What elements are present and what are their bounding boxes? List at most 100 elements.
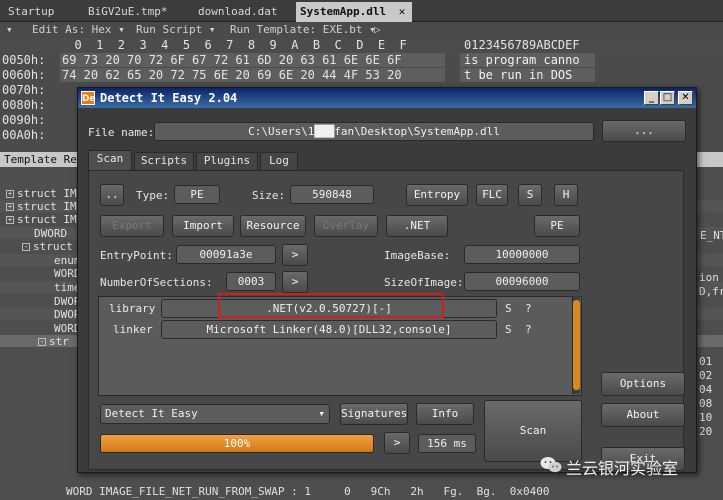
- right-value: E_NT: [700, 229, 723, 242]
- progress-arrow-button[interactable]: >: [384, 432, 410, 454]
- entrypoint-label: EntryPoint:: [100, 249, 173, 262]
- about-button[interactable]: About: [601, 403, 685, 427]
- close-icon[interactable]: ✕: [399, 5, 406, 18]
- row-address: 0070h:: [2, 83, 46, 97]
- result-s[interactable]: S: [505, 323, 512, 336]
- entrypoint-field: 00091a3e: [176, 245, 276, 264]
- close-button[interactable]: ✕: [678, 91, 693, 105]
- progress-text: 100%: [223, 437, 251, 450]
- row-address: 0080h:: [2, 98, 46, 112]
- collapse-icon[interactable]: -: [38, 338, 46, 346]
- tab-bigv2ue[interactable]: BiGV2uE.tmp*: [88, 2, 167, 22]
- row-hex[interactable]: 69 73 20 70 72 6F 67 72 61 6D 20 63 61 6…: [62, 53, 402, 67]
- tab-scan[interactable]: Scan: [88, 150, 132, 170]
- result-s[interactable]: S: [505, 302, 512, 315]
- wechat-icon: [540, 457, 562, 473]
- row-ascii[interactable]: is program canno: [464, 53, 580, 67]
- options-button[interactable]: Options: [601, 372, 685, 396]
- export-button[interactable]: Export: [100, 215, 164, 237]
- size-label: Size:: [252, 189, 286, 202]
- template-results-title: Template Res: [4, 153, 84, 166]
- resource-button[interactable]: Resource: [240, 215, 306, 237]
- right-value: D,fr: [699, 285, 723, 298]
- info-button[interactable]: Info: [416, 403, 474, 425]
- numsections-field: 0003: [226, 272, 276, 291]
- tab-plugins[interactable]: Plugins: [196, 152, 258, 170]
- die-titlebar[interactable]: De Detect It Easy 2.04 _ □ ✕: [78, 88, 696, 108]
- right-value: 01: [699, 355, 713, 368]
- overlay-button[interactable]: Overlay: [314, 215, 378, 237]
- engine-select[interactable]: Detect It Easy ▾: [100, 404, 330, 424]
- sizeofimage-field: 00096000: [464, 272, 580, 291]
- tree-row-label: struct IM: [17, 213, 77, 226]
- right-value: 20: [699, 425, 713, 438]
- result-kind: library: [109, 302, 156, 315]
- highlight-box: [218, 293, 444, 318]
- numsections-label: NumberOfSections:: [100, 276, 213, 289]
- results-scrollbar[interactable]: [572, 296, 580, 394]
- entropy-button[interactable]: Entropy: [406, 184, 468, 206]
- editor-toolbar: ▾ Edit As: Hex ▾ Run Script ▾ Run Templa…: [0, 22, 723, 38]
- tree-row-label: WORD IMAGE_FILE_NET_RUN_FROM_SWAP : 1 0 …: [66, 485, 550, 498]
- h-button[interactable]: H: [554, 184, 578, 206]
- watermark: 兰云银河实验室: [540, 452, 723, 480]
- row-ascii[interactable]: t be run in DOS: [464, 68, 580, 82]
- result-help[interactable]: ?: [525, 302, 532, 315]
- tab-log[interactable]: Log: [260, 152, 298, 170]
- tab-scripts[interactable]: Scripts: [134, 152, 194, 170]
- result-value[interactable]: Microsoft Linker(48.0)[DLL32,console]: [161, 320, 497, 339]
- right-value: 10: [699, 411, 713, 424]
- tree-row-label: struct: [33, 240, 73, 253]
- right-value: 02: [699, 369, 713, 382]
- entrypoint-arrow-button[interactable]: >: [282, 244, 308, 266]
- tab-download-dat[interactable]: download.dat: [198, 2, 277, 22]
- expand-icon[interactable]: +: [6, 203, 14, 211]
- imagebase-label: ImageBase:: [384, 249, 451, 262]
- dots-button[interactable]: ..: [100, 184, 124, 206]
- file-name-field[interactable]: C:\Users\1███fan\Desktop\SystemApp.dll: [154, 122, 594, 141]
- collapse-icon[interactable]: -: [22, 243, 30, 251]
- chevron-down-icon: ▾: [318, 407, 325, 420]
- type-field: PE: [174, 185, 220, 204]
- sizeofimage-label: SizeOfImage:: [384, 276, 464, 289]
- hex-column-header: 0 1 2 3 4 5 6 7 8 9 A B C D E F 01234567…: [0, 38, 723, 52]
- run-template-dropdown[interactable]: Run Template: EXE.bt ▾: [230, 23, 376, 36]
- edit-as-dropdown[interactable]: Edit As: Hex ▾: [32, 23, 125, 36]
- tree-row-label: str: [49, 335, 69, 348]
- scrollbar-thumb[interactable]: [573, 300, 580, 390]
- tab-systemapp-dll[interactable]: SystemApp.dll ✕: [296, 2, 412, 22]
- flc-button[interactable]: FLC: [476, 184, 508, 206]
- dotnet-button[interactable]: .NET: [386, 215, 448, 237]
- expand-icon[interactable]: +: [6, 190, 14, 198]
- play-icon[interactable]: ▷: [374, 23, 381, 36]
- watermark-text: 兰云银河实验室: [566, 459, 679, 478]
- result-kind: linker: [113, 323, 153, 336]
- maximize-button[interactable]: □: [660, 91, 675, 105]
- file-name-label: File name:: [88, 126, 155, 139]
- scan-progress-bar: 100%: [100, 434, 374, 453]
- ascii-header: 0123456789ABCDEF: [464, 38, 580, 52]
- s-button[interactable]: S: [518, 184, 542, 206]
- right-value: 08: [699, 397, 713, 410]
- size-field: 590848: [290, 185, 374, 204]
- sections-arrow-button[interactable]: >: [282, 271, 308, 293]
- signatures-button[interactable]: Signatures: [340, 403, 408, 425]
- tab-startup[interactable]: Startup: [8, 2, 54, 22]
- browse-button[interactable]: ...: [602, 120, 686, 142]
- tab-label: SystemApp.dll: [300, 5, 387, 18]
- result-help[interactable]: ?: [525, 323, 532, 336]
- row-address: 00A0h:: [2, 128, 46, 142]
- tree-row-label: struct IM: [17, 187, 77, 200]
- import-button[interactable]: Import: [172, 215, 234, 237]
- row-hex[interactable]: 74 20 62 65 20 72 75 6E 20 69 6E 20 44 4…: [62, 68, 402, 82]
- type-label: Type:: [136, 189, 170, 202]
- run-script-dropdown[interactable]: Run Script ▾: [136, 23, 215, 36]
- file-tab-bar: Startup BiGV2uE.tmp* download.dat System…: [0, 0, 723, 22]
- pe-button[interactable]: PE: [534, 215, 580, 237]
- tree-row[interactable]: WORD IMAGE_FILE_NET_RUN_FROM_SWAP : 1 0 …: [0, 485, 723, 498]
- die-window-title: Detect It Easy 2.04: [100, 91, 238, 105]
- right-value: ion: [699, 271, 719, 284]
- expand-icon[interactable]: +: [6, 216, 14, 224]
- row-address: 0060h:: [2, 68, 46, 82]
- minimize-button[interactable]: _: [644, 91, 659, 105]
